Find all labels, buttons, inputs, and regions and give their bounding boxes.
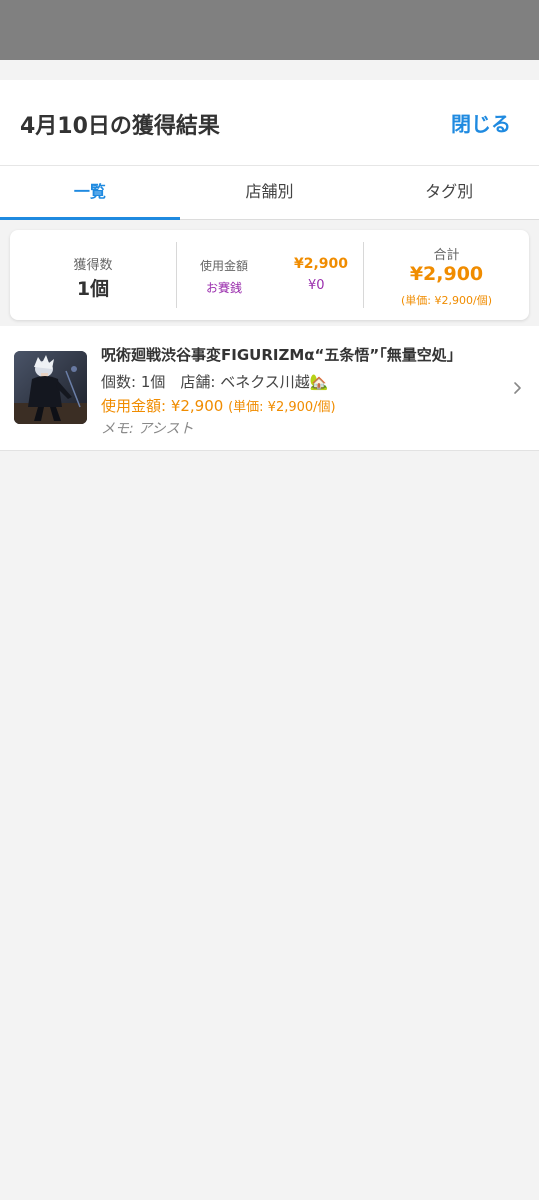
item-price-value: 使用金額: ¥2,900 — [101, 397, 224, 415]
total-label: 合計 — [433, 248, 460, 263]
offering-label: お賽銭 — [206, 281, 243, 295]
tab-by-store[interactable]: 店舗別 — [180, 166, 360, 219]
item-title: 呪術廻戦渋谷事変FIGURIZMα“五条悟”「無量空処」 — [101, 346, 462, 364]
tab-list[interactable]: 一覧 — [0, 166, 180, 220]
tab-bar: 一覧 店舗別 タグ別 — [0, 166, 539, 220]
spent-value: ¥2,900 — [294, 256, 349, 272]
list-item[interactable]: 呪術廻戦渋谷事変FIGURIZMα“五条悟”「無量空処」 個数: 1個 店舗: … — [0, 326, 539, 451]
chevron-right-icon — [511, 378, 525, 398]
item-unit-price: (単価: ¥2,900/個) — [228, 400, 336, 415]
offering-value: ¥0 — [308, 278, 325, 293]
sheet-top-gap — [0, 60, 539, 80]
spent-label: 使用金額 — [200, 259, 249, 273]
item-meta: 個数: 1個 店舗: ベネクス川越🏡 — [101, 373, 329, 391]
dim-overlay[interactable] — [0, 0, 539, 60]
summary-divider — [176, 242, 177, 308]
count-value: 1個 — [76, 278, 110, 300]
page-title: 4月10日の獲得結果 — [20, 114, 220, 139]
tab-by-tag[interactable]: タグ別 — [359, 166, 539, 219]
sheet-header: 4月10日の獲得結果 閉じる — [0, 80, 539, 166]
close-button[interactable]: 閉じる — [451, 108, 511, 137]
count-label: 獲得数 — [73, 258, 113, 273]
total-value: ¥2,900 — [409, 263, 484, 285]
total-unit-price: (単価: ¥2,900/個) — [401, 294, 492, 307]
figure-photo-icon — [14, 351, 87, 424]
item-price: 使用金額: ¥2,900 (単価: ¥2,900/個) — [101, 395, 336, 416]
summary-card: 獲得数 1個 使用金額 ¥2,900 お賽銭 ¥0 合計 ¥2,900 (単価:… — [10, 230, 529, 320]
item-memo: メモ: アシスト — [101, 421, 194, 437]
